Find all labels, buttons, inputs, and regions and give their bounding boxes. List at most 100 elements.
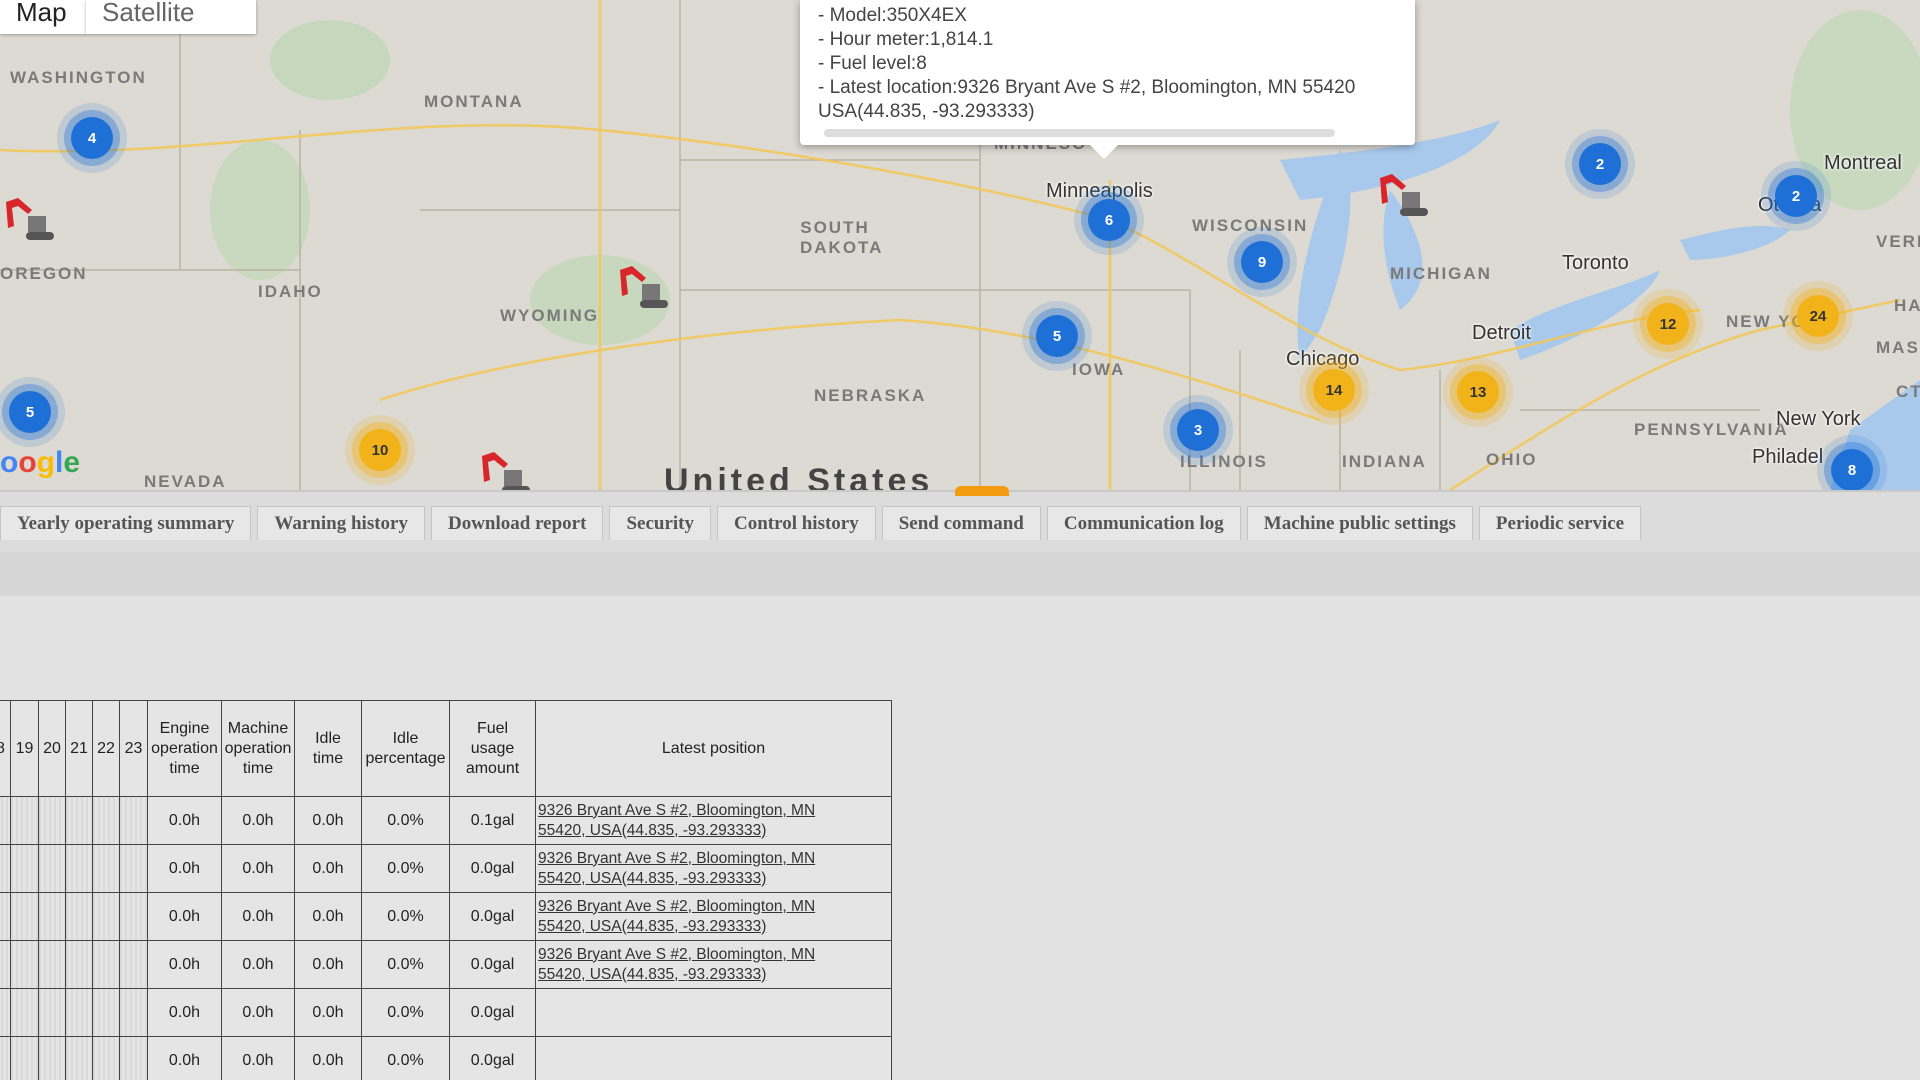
- tab-send-command[interactable]: Send command: [881, 506, 1041, 540]
- machine-cluster[interactable]: 13: [1457, 371, 1499, 413]
- google-logo: oogle: [0, 446, 81, 479]
- idle-pct-cell: 0.0%: [361, 940, 450, 989]
- idle-percentage-header: Idle percentage: [361, 700, 450, 797]
- machine-cluster[interactable]: 5: [1036, 315, 1078, 357]
- cluster-count: 6: [1104, 211, 1114, 229]
- state-label: NEVADA: [144, 472, 227, 490]
- position-cell: 9326 Bryant Ave S #2, Bloomington, MN 554…: [535, 892, 892, 941]
- position-link[interactable]: 9326 Bryant Ave S #2, Bloomington, MN 554…: [538, 898, 815, 935]
- idle-pct-cell: 0.0%: [361, 844, 450, 893]
- idle-time-header: Idle time: [294, 700, 362, 797]
- idle-time-cell: 0.0h: [294, 892, 362, 941]
- state-label: OREGON: [0, 264, 88, 283]
- info-location: - Latest location:9326 Bryant Ave S #2, …: [818, 77, 1356, 98]
- machine-time-cell: 0.0h: [221, 844, 295, 893]
- city-label: Philadel: [1752, 446, 1824, 468]
- info-coordinates: USA(44.835, -93.293333): [818, 101, 1035, 122]
- machine-cluster[interactable]: 24: [1797, 295, 1839, 337]
- machine-cluster[interactable]: 10: [359, 429, 401, 471]
- tab-periodic-service[interactable]: Periodic service: [1478, 506, 1642, 540]
- city-label: New York: [1776, 408, 1861, 430]
- machine-cluster[interactable]: 8: [1831, 449, 1873, 490]
- city-label: Detroit: [1472, 322, 1531, 344]
- table-row: 0.0h 0.0h 0.0h 0.0% 0.0gal 9326 Bryant A…: [0, 940, 892, 989]
- table-header-row: 8 19 20 21 22 23 Engine operation time Mac…: [0, 700, 892, 797]
- fuel-usage-header: Fuel usage amount: [449, 700, 536, 797]
- machine-time-cell: 0.0h: [221, 892, 295, 941]
- city-label: Minneapolis: [1046, 180, 1153, 202]
- hour-header: 23: [119, 700, 148, 797]
- machine-operation-time-header: Machine operation time: [221, 700, 295, 797]
- state-label: WISCONSIN: [1192, 216, 1309, 235]
- hour-header: 8: [0, 700, 11, 797]
- map-type-map-button[interactable]: Map: [0, 0, 86, 34]
- excavator-icon[interactable]: [2, 196, 60, 248]
- table-row: 0.0h 0.0h 0.0h 0.0% 0.0gal: [0, 1036, 892, 1080]
- idle-time-cell: 0.0h: [294, 988, 362, 1037]
- engine-time-cell: 0.0h: [147, 1036, 222, 1080]
- fuel-cell: 0.0gal: [449, 988, 536, 1037]
- machine-time-cell: 0.0h: [221, 940, 295, 989]
- tab-download-report[interactable]: Download report: [430, 506, 604, 540]
- state-label: NEW YO: [1726, 312, 1807, 331]
- state-label: HA: [1894, 296, 1920, 315]
- state-label: OHIO: [1486, 450, 1538, 469]
- position-link[interactable]: 9326 Bryant Ave S #2, Bloomington, MN 554…: [538, 802, 815, 839]
- position-link[interactable]: 9326 Bryant Ave S #2, Bloomington, MN 554…: [538, 946, 815, 983]
- info-window-scrollbar[interactable]: [824, 129, 1335, 137]
- machine-cluster[interactable]: 14: [1313, 369, 1355, 411]
- cluster-count: 3: [1193, 421, 1203, 439]
- position-cell: 9326 Bryant Ave S #2, Bloomington, MN 554…: [535, 844, 892, 893]
- engine-operation-time-header: Engine operation time: [147, 700, 222, 797]
- machine-cluster[interactable]: 5: [9, 391, 51, 433]
- map-view[interactable]: Map Satellite WASHINGTON MONTANA OREGON …: [0, 0, 1920, 490]
- machine-time-cell: 0.0h: [221, 988, 295, 1037]
- position-link[interactable]: 9326 Bryant Ave S #2, Bloomington, MN 554…: [538, 850, 815, 887]
- fuel-cell: 0.0gal: [449, 844, 536, 893]
- excavator-icon[interactable]: [1376, 172, 1434, 224]
- tab-machine-public-settings[interactable]: Machine public settings: [1246, 506, 1473, 540]
- tab-control-history[interactable]: Control history: [717, 506, 876, 540]
- tab-yearly-operating-summary[interactable]: Yearly operating summary: [0, 506, 252, 540]
- idle-time-cell: 0.0h: [294, 796, 362, 845]
- hour-header: 19: [10, 700, 39, 797]
- state-label: MICHIGAN: [1390, 264, 1492, 283]
- cluster-count: 9: [1257, 253, 1267, 271]
- city-label: Toronto: [1562, 252, 1629, 274]
- machine-cluster[interactable]: 9: [1241, 241, 1283, 283]
- machine-time-cell: 0.0h: [221, 1036, 295, 1080]
- engine-time-cell: 0.0h: [147, 940, 222, 989]
- engine-time-cell: 0.0h: [147, 892, 222, 941]
- machine-cluster[interactable]: 3: [1177, 409, 1219, 451]
- fuel-cell: 0.0gal: [449, 1036, 536, 1080]
- toolbar-band: [0, 552, 1920, 596]
- excavator-icon[interactable]: [478, 450, 536, 490]
- idle-pct-cell: 0.0%: [361, 892, 450, 941]
- machine-info-window[interactable]: - Model:350X4EX - Hour meter:1,814.1 - F…: [800, 0, 1415, 159]
- tab-security[interactable]: Security: [609, 506, 711, 540]
- daily-operation-table-container: 8 19 20 21 22 23 Engine operation time Mac…: [0, 700, 892, 1080]
- info-fuel-level: - Fuel level:8: [818, 53, 927, 74]
- tab-communication-log[interactable]: Communication log: [1046, 506, 1241, 540]
- state-label: ILLINOIS: [1180, 452, 1268, 471]
- latest-position-header: Latest position: [535, 700, 892, 797]
- machine-cluster[interactable]: 2: [1579, 143, 1621, 185]
- engine-time-cell: 0.0h: [147, 796, 222, 845]
- hour-header: 22: [92, 700, 120, 797]
- excavator-icon[interactable]: [616, 264, 674, 316]
- map-type-satellite-button[interactable]: Satellite: [86, 0, 256, 34]
- panel-resize-handle[interactable]: [955, 486, 1009, 496]
- machine-cluster[interactable]: 2: [1775, 175, 1817, 217]
- state-label: WYOMING: [500, 306, 599, 325]
- state-label: VERMO: [1876, 232, 1920, 251]
- position-cell: 9326 Bryant Ave S #2, Bloomington, MN 554…: [535, 796, 892, 845]
- idle-pct-cell: 0.0%: [361, 796, 450, 845]
- machine-time-cell: 0.0h: [221, 796, 295, 845]
- machine-cluster[interactable]: 6: [1088, 199, 1130, 241]
- tab-bar: Yearly operating summary Warning history…: [0, 486, 1920, 554]
- machine-cluster[interactable]: 12: [1647, 303, 1689, 345]
- cluster-count: 14: [1325, 381, 1343, 399]
- cluster-count: 8: [1847, 461, 1857, 479]
- tab-warning-history[interactable]: Warning history: [257, 506, 425, 540]
- machine-cluster[interactable]: 4: [71, 117, 113, 159]
